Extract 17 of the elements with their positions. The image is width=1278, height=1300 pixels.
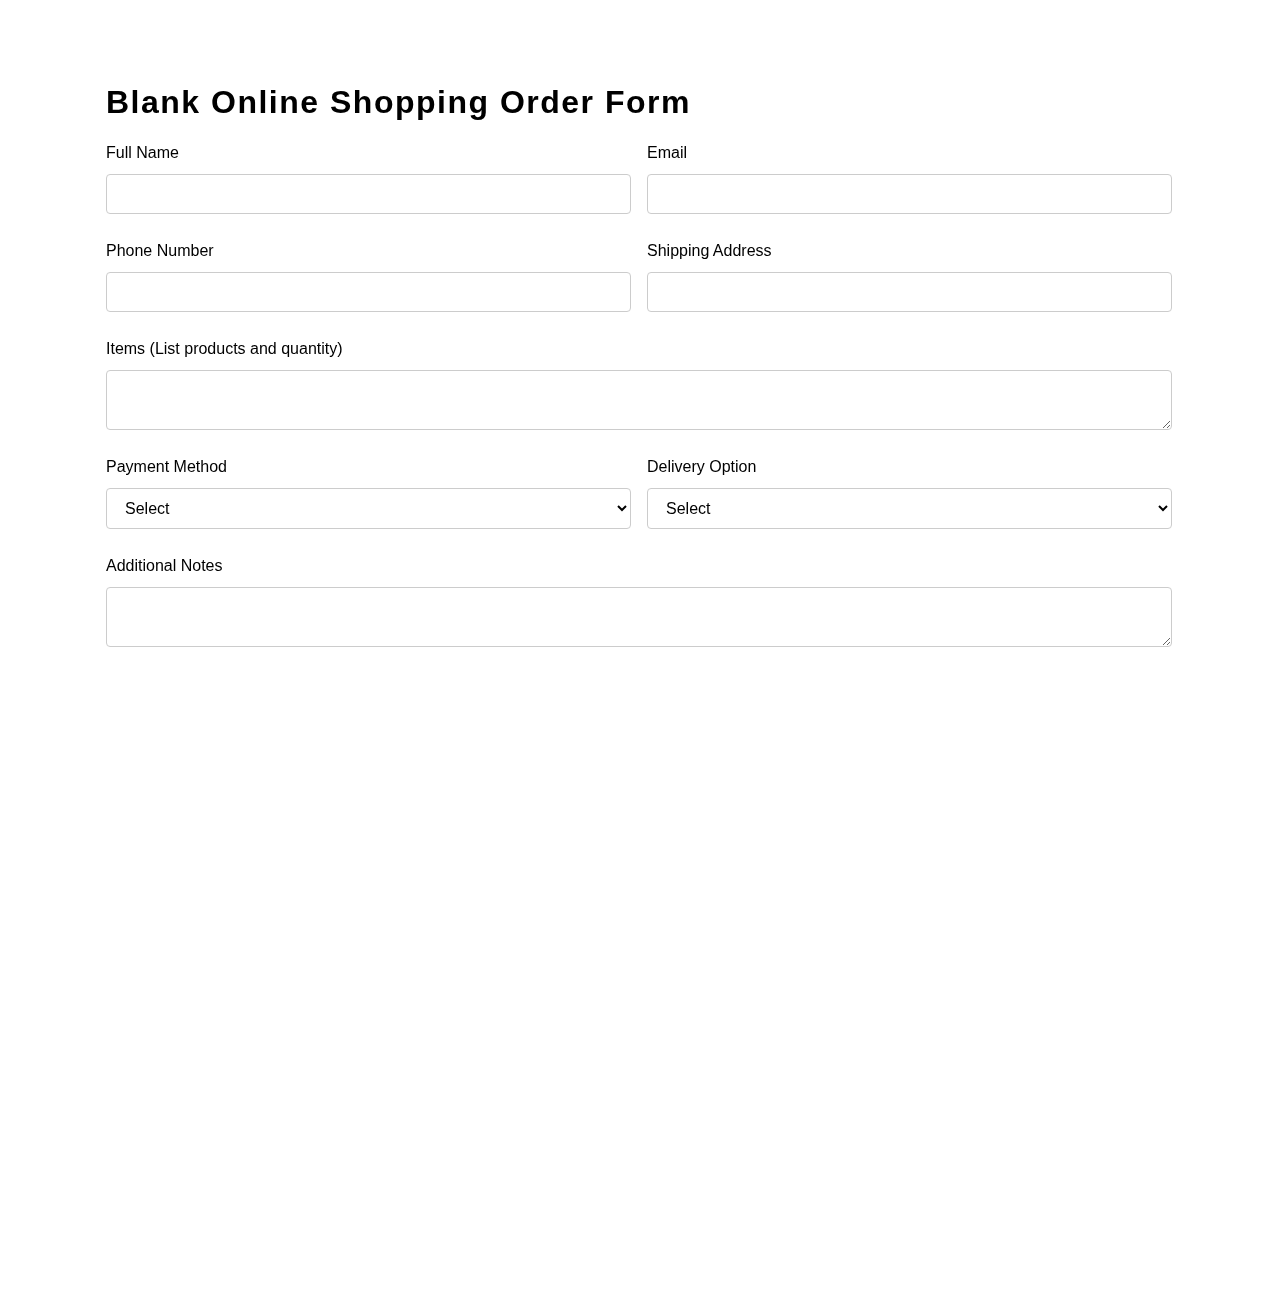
text-field[interactable]	[647, 174, 1172, 214]
field-label: Full Name	[106, 143, 180, 162]
text-field[interactable]	[106, 272, 631, 312]
field-label: Delivery Option	[647, 457, 758, 476]
dropdown[interactable]: Select	[106, 488, 631, 529]
text-area[interactable]	[106, 587, 1172, 647]
form-title: Blank Online Shopping Order Form	[106, 83, 692, 121]
field-label: Payment Method	[106, 457, 228, 476]
field-label: Shipping Address	[647, 241, 773, 260]
field-label: Phone Number	[106, 241, 215, 260]
dropdown[interactable]: Select	[647, 488, 1172, 529]
text-area[interactable]	[106, 370, 1172, 430]
field-label: Additional Notes	[106, 556, 224, 575]
field-label: Email	[647, 143, 688, 162]
field-label: Items (List products and quantity)	[106, 339, 344, 358]
text-field[interactable]	[106, 174, 631, 214]
text-field[interactable]	[647, 272, 1172, 312]
